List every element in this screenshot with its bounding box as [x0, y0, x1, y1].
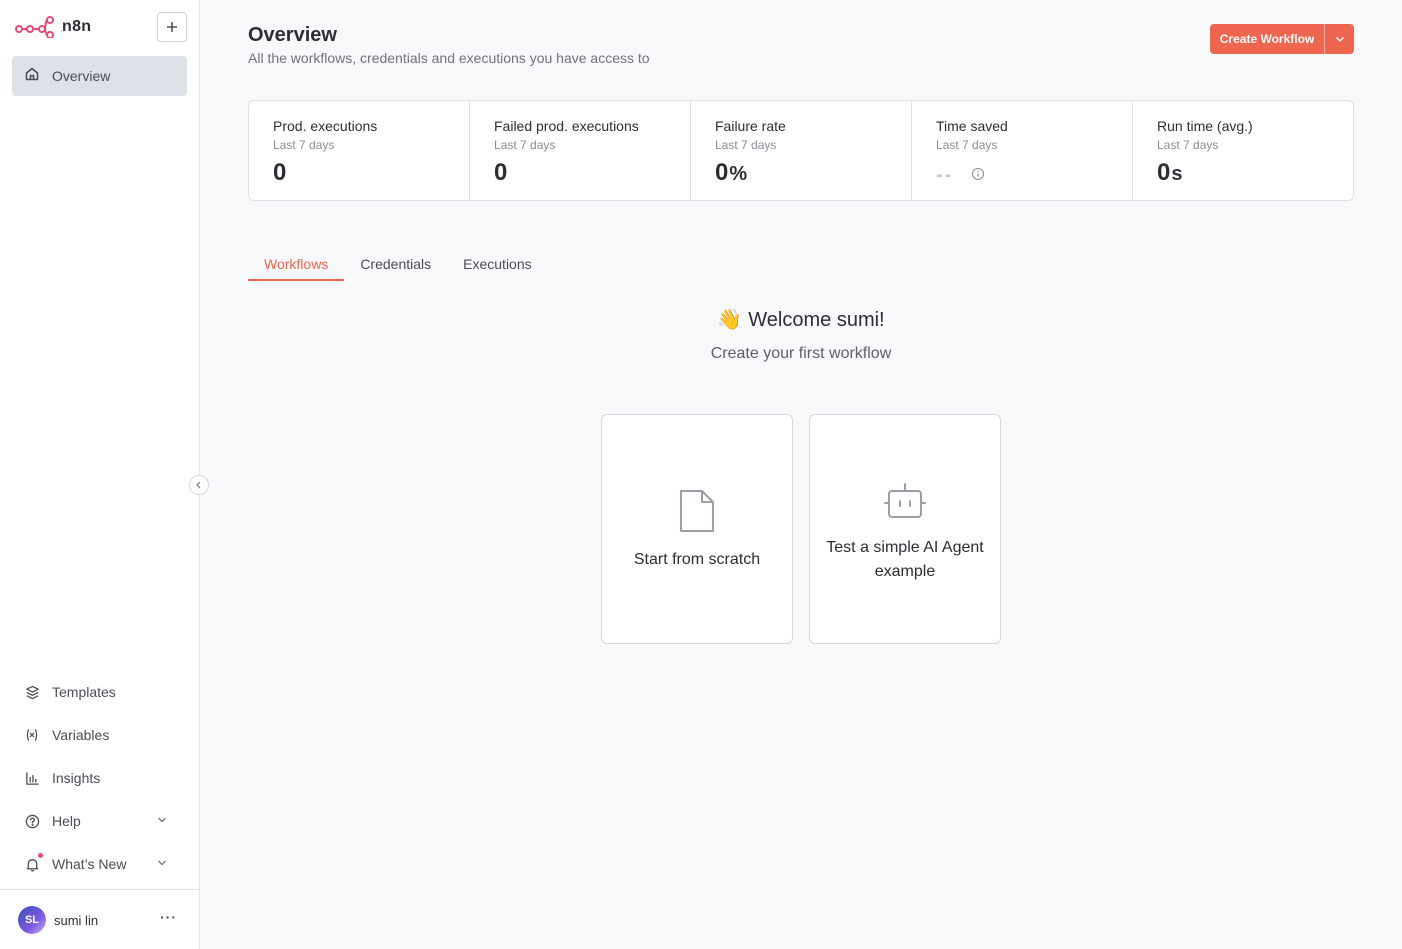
stat-unit: s [1171, 163, 1184, 185]
tab-bar: Workflows Credentials Executions [248, 248, 548, 281]
tab-executions[interactable]: Executions [447, 248, 547, 281]
plus-icon [167, 22, 177, 32]
sidebar-item-label: Help [52, 813, 81, 829]
file-icon [602, 488, 792, 534]
stat-period: Last 7 days [715, 138, 777, 152]
stat-title: Failed prod. executions [494, 118, 639, 134]
stat-period: Last 7 days [1157, 138, 1219, 152]
page-title: Overview [248, 24, 337, 46]
start-from-scratch-card[interactable]: Start from scratch [601, 414, 793, 644]
home-icon [24, 66, 40, 87]
tab-workflows[interactable]: Workflows [248, 248, 345, 281]
robot-icon [810, 481, 1000, 521]
app-name: n8n [62, 18, 92, 35]
variable-icon [24, 727, 40, 743]
stat-failure-rate[interactable]: Failure rate Last 7 days 0% [691, 101, 912, 200]
stat-value-wrap: 0% [715, 159, 748, 187]
welcome-title: Welcome sumi! [748, 309, 885, 331]
sidebar-item-help[interactable]: Help [12, 803, 187, 839]
sidebar-item-templates[interactable]: Templates [12, 674, 187, 710]
stat-period: Last 7 days [936, 138, 998, 152]
wave-icon: 👋 [717, 309, 743, 331]
sidebar-item-label: Insights [52, 770, 101, 786]
ai-agent-example-card[interactable]: Test a simple AI Agent example [809, 414, 1001, 644]
stat-value: -- [936, 164, 954, 186]
user-name[interactable]: sumi lin [54, 913, 98, 928]
sidebar-item-label: What’s New [52, 856, 127, 872]
stat-period: Last 7 days [273, 138, 335, 152]
sidebar-item-variables[interactable]: Variables [12, 717, 187, 753]
user-area: SL sumi lin ··· [0, 889, 199, 949]
stat-title: Failure rate [715, 118, 786, 134]
logo[interactable]: n8n [15, 16, 91, 38]
sidebar-item-label: Templates [52, 684, 116, 700]
create-workflow-label[interactable]: Create Workflow [1210, 24, 1324, 54]
stat-time-saved[interactable]: Time saved Last 7 days -- [912, 101, 1133, 200]
welcome-subtitle: Create your first workflow [710, 345, 892, 362]
stat-title: Time saved [936, 118, 1008, 134]
help-circle-icon [24, 813, 40, 829]
tab-credentials[interactable]: Credentials [344, 248, 447, 281]
chevron-left-icon [196, 481, 201, 489]
sidebar-item-label: Variables [52, 727, 110, 743]
card-label: Test a simple AI Agent example [826, 539, 984, 580]
stat-value: 0 [273, 159, 288, 186]
chevron-down-icon [158, 817, 166, 823]
avatar[interactable]: SL [18, 906, 46, 934]
card-label: Start from scratch [633, 551, 761, 568]
stat-failed-executions[interactable]: Failed prod. executions Last 7 days 0 [470, 101, 691, 200]
sidebar: n8n Overview Templates Variables Insight… [0, 0, 200, 949]
stat-run-time[interactable]: Run time (avg.) Last 7 days 0s [1133, 101, 1353, 200]
stat-value: 0 [494, 159, 509, 186]
app-root: n8n Overview Templates Variables Insight… [0, 0, 1402, 949]
info-icon[interactable] [971, 167, 985, 181]
box-icon [24, 684, 40, 700]
chevron-down-icon [158, 860, 166, 866]
stat-period: Last 7 days [494, 138, 556, 152]
stat-unit: % [729, 163, 749, 185]
chart-icon [24, 770, 40, 786]
stat-title: Prod. executions [273, 118, 378, 134]
n8n-logo-icon [15, 16, 54, 38]
new-item-button[interactable] [157, 12, 187, 42]
notification-dot [38, 853, 43, 858]
collapse-sidebar-button[interactable] [189, 475, 209, 495]
bell-icon [24, 853, 43, 872]
user-menu-button[interactable]: ··· [160, 910, 177, 924]
sidebar-item-insights[interactable]: Insights [12, 760, 187, 796]
stat-value: 0 [1157, 159, 1172, 186]
stat-value-wrap: 0s [1157, 159, 1183, 187]
welcome-heading: 👋 Welcome sumi! [248, 307, 1354, 332]
insights-summary: Prod. executions Last 7 days 0 Failed pr… [248, 100, 1354, 201]
sidebar-item-label: Overview [52, 68, 111, 84]
chevron-down-icon [1335, 37, 1344, 42]
sidebar-item-overview[interactable]: Overview [12, 56, 187, 96]
sidebar-item-whats-new[interactable]: What’s New [12, 846, 187, 882]
create-options-dropdown[interactable] [1324, 24, 1354, 54]
stat-value: 0 [715, 159, 730, 186]
page-subtitle: All the workflows, credentials and execu… [248, 50, 650, 66]
stat-title: Run time (avg.) [1157, 118, 1253, 134]
create-workflow-button[interactable]: Create Workflow [1210, 24, 1354, 54]
stat-prod-executions[interactable]: Prod. executions Last 7 days 0 [249, 101, 470, 200]
